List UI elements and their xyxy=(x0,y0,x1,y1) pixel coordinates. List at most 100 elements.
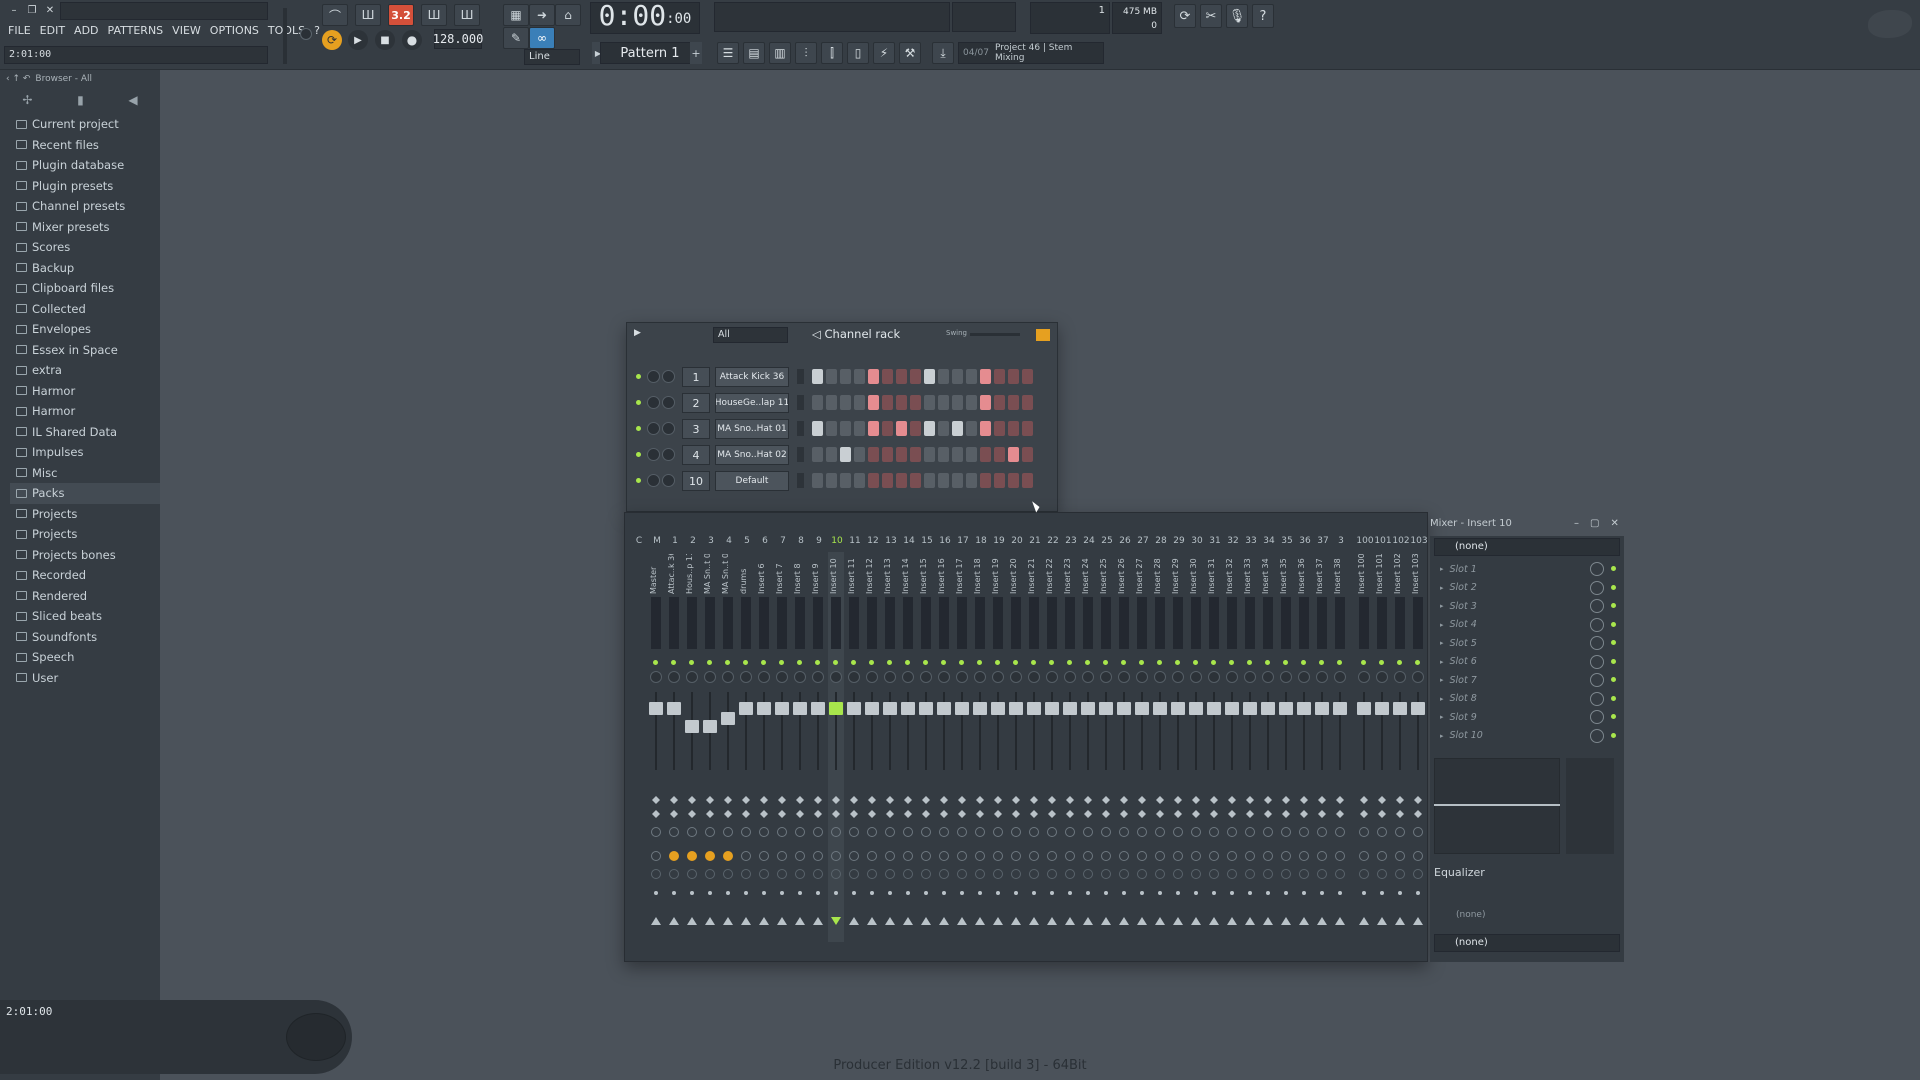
mixer-track-number[interactable]: 18 xyxy=(972,536,990,546)
separation-knob[interactable] xyxy=(1119,827,1129,837)
stereo-icon[interactable] xyxy=(1246,796,1254,804)
volume-fader[interactable] xyxy=(865,702,879,715)
route-arrow-icon[interactable] xyxy=(813,917,823,925)
mixer-strip[interactable]: Insert 28 xyxy=(1152,552,1168,942)
separation-knob[interactable] xyxy=(1155,827,1165,837)
browser-item[interactable]: IL Shared Data xyxy=(10,422,160,443)
browser-item[interactable]: Sliced beats xyxy=(10,606,160,627)
insert-preset-select[interactable]: (none) xyxy=(1434,538,1620,556)
stereo-icon[interactable] xyxy=(1414,796,1422,804)
step-button[interactable] xyxy=(910,395,921,410)
record-arm-icon[interactable] xyxy=(723,869,733,879)
step-button[interactable] xyxy=(980,447,991,462)
browser-item[interactable]: Packs xyxy=(10,483,160,504)
stop-button[interactable]: ■ xyxy=(375,30,395,50)
step-button[interactable] xyxy=(1008,447,1019,462)
slot-enable-led[interactable] xyxy=(1611,732,1616,738)
effect-slot[interactable]: ▸ Slot 7 xyxy=(1440,671,1620,689)
step-button[interactable] xyxy=(966,369,977,384)
step-button[interactable] xyxy=(994,395,1005,410)
channel-pan-knob[interactable] xyxy=(647,370,660,383)
route-arrow-icon[interactable] xyxy=(1083,917,1093,925)
route-arrow-icon[interactable] xyxy=(1377,917,1387,925)
route-arrow-icon[interactable] xyxy=(1281,917,1291,925)
route-arrow-icon[interactable] xyxy=(957,917,967,925)
swap-icon[interactable] xyxy=(778,810,786,818)
step-button[interactable] xyxy=(1022,369,1033,384)
track-enable-led[interactable] xyxy=(1265,660,1270,665)
route-arrow-icon[interactable] xyxy=(867,917,877,925)
route-arrow-icon[interactable] xyxy=(939,917,949,925)
slot-mix-knob[interactable] xyxy=(1590,562,1604,576)
separation-knob[interactable] xyxy=(831,827,841,837)
mixer-track-number[interactable]: 23 xyxy=(1062,536,1080,546)
fx-dot-icon[interactable] xyxy=(960,891,964,895)
piano-roll-icon[interactable]: ▤ xyxy=(743,42,765,64)
mixer-track-number[interactable]: 7 xyxy=(774,536,792,546)
stereo-icon[interactable] xyxy=(1396,796,1404,804)
pan-knob[interactable] xyxy=(1082,671,1094,683)
separation-knob[interactable] xyxy=(975,827,985,837)
mixer-track-number[interactable]: 34 xyxy=(1260,536,1278,546)
swap-icon[interactable] xyxy=(868,810,876,818)
mixer-strip[interactable]: Insert 24 xyxy=(1080,552,1096,942)
tempo-display[interactable]: 128.000 xyxy=(433,29,483,49)
mixer-strip[interactable]: Insert 38 xyxy=(1332,552,1348,942)
volume-fader[interactable] xyxy=(991,702,1005,715)
menu-item-file[interactable]: FILE xyxy=(8,24,31,40)
mixer-track-number[interactable]: 28 xyxy=(1152,536,1170,546)
fx-dot-icon[interactable] xyxy=(780,891,784,895)
track-enable-led[interactable] xyxy=(1013,660,1018,665)
slot-mix-knob[interactable] xyxy=(1590,654,1604,669)
separation-knob[interactable] xyxy=(1335,827,1345,837)
pan-knob[interactable] xyxy=(1334,671,1346,683)
browser-item[interactable]: Plugin presets xyxy=(10,176,160,197)
route-arrow-icon[interactable] xyxy=(975,917,985,925)
send-knob[interactable] xyxy=(921,851,931,861)
separation-knob[interactable] xyxy=(1083,827,1093,837)
volume-fader[interactable] xyxy=(1411,702,1425,715)
step-button[interactable] xyxy=(868,473,879,488)
eq-graph[interactable] xyxy=(1434,758,1560,854)
step-button[interactable] xyxy=(938,369,949,384)
stereo-icon[interactable] xyxy=(724,796,732,804)
separation-knob[interactable] xyxy=(921,827,931,837)
mixer-track-number[interactable]: 32 xyxy=(1224,536,1242,546)
record-arm-icon[interactable] xyxy=(741,869,751,879)
mixer-strip[interactable]: Insert 18 xyxy=(972,552,988,942)
swap-icon[interactable] xyxy=(670,810,678,818)
mixer-strip[interactable]: Insert 15 xyxy=(918,552,934,942)
route-arrow-icon[interactable] xyxy=(1191,917,1201,925)
menu-item-view[interactable]: VIEW xyxy=(172,24,201,40)
mixer-strip[interactable]: Insert 100 xyxy=(1356,552,1372,942)
faders-icon[interactable]: ⫿ xyxy=(821,42,843,64)
step-button[interactable] xyxy=(826,369,837,384)
separation-knob[interactable] xyxy=(705,827,715,837)
pan-knob[interactable] xyxy=(1064,671,1076,683)
browser-speaker-icon[interactable]: ◀ xyxy=(128,93,137,107)
browser-item[interactable]: Current project xyxy=(10,114,160,135)
volume-fader[interactable] xyxy=(703,720,717,733)
pattern-selector[interactable]: Pattern 1 xyxy=(600,42,700,64)
route-arrow-icon[interactable] xyxy=(921,917,931,925)
swap-icon[interactable] xyxy=(796,810,804,818)
pan-knob[interactable] xyxy=(1028,671,1040,683)
mixer-strip[interactable]: Insert 27 xyxy=(1134,552,1150,942)
pan-knob[interactable] xyxy=(974,671,986,683)
volume-fader[interactable] xyxy=(721,712,735,725)
record-arm-icon[interactable] xyxy=(957,869,967,879)
slot-arrow-icon[interactable]: ▸ xyxy=(1440,565,1444,573)
step-button[interactable] xyxy=(938,395,949,410)
browser-file-icon[interactable]: ▮ xyxy=(77,93,84,107)
stereo-icon[interactable] xyxy=(652,796,660,804)
stereo-icon[interactable] xyxy=(796,796,804,804)
slot-enable-led[interactable] xyxy=(1611,584,1616,590)
stereo-icon[interactable] xyxy=(1228,796,1236,804)
route-arrow-icon[interactable] xyxy=(1011,917,1021,925)
stereo-icon[interactable] xyxy=(904,796,912,804)
fx-dot-icon[interactable] xyxy=(1032,891,1036,895)
step-button[interactable] xyxy=(1008,473,1019,488)
separation-knob[interactable] xyxy=(1377,827,1387,837)
mixer-track-number[interactable]: 10 xyxy=(828,536,846,546)
route-arrow-icon[interactable] xyxy=(993,917,1003,925)
